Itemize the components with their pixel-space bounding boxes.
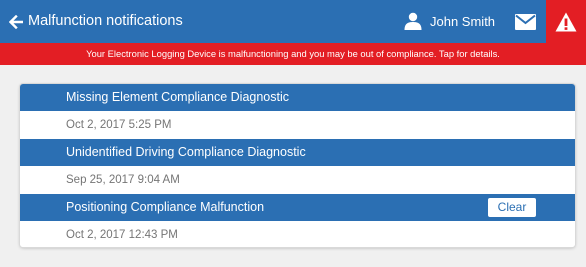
arrow-left-icon [9,14,23,29]
notification-title: Positioning Compliance Malfunction [66,200,265,214]
malfunction-banner[interactable]: Your Electronic Logging Device is malfun… [0,43,586,65]
user-name[interactable]: John Smith [430,0,495,43]
alert-button[interactable] [546,0,586,43]
notification-date: Oct 2, 2017 12:43 PM [20,221,575,247]
notification-title[interactable]: Missing Element Compliance Diagnostic [20,84,575,111]
notification-title[interactable]: Unidentified Driving Compliance Diagnost… [20,139,575,166]
back-button[interactable] [6,0,26,43]
warning-icon [555,12,577,31]
page-title: Malfunction notifications [28,13,183,29]
clear-button[interactable]: Clear [488,198,536,217]
mail-icon[interactable] [515,14,536,30]
user-icon[interactable] [404,12,422,30]
top-app-bar: Malfunction notifications John Smith [0,0,586,43]
notification-date: Sep 25, 2017 9:04 AM [20,166,575,194]
notifications-card: Missing Element Compliance Diagnostic Oc… [20,84,575,247]
notification-date: Oct 2, 2017 5:25 PM [20,111,575,139]
notification-row[interactable]: Positioning Compliance Malfunction Clear [20,194,575,221]
